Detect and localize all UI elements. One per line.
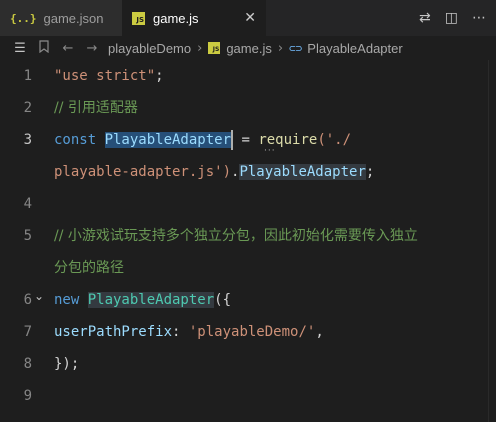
line-number: 8	[23, 356, 32, 372]
code-token: const	[54, 132, 105, 148]
breadcrumb-symbol[interactable]: PlayableAdapter	[307, 41, 402, 56]
more-actions-icon[interactable]: ⋯	[472, 10, 486, 26]
code-token: ;	[365, 164, 375, 180]
scrollbar[interactable]	[488, 60, 496, 422]
code-token: userPathPrefix	[54, 324, 173, 340]
code-line: userPathPrefix: 'playableDemo/',	[54, 316, 324, 348]
tab-bar: {..} game.json JS game.js ✕ ⇄ ◫ ⋯	[0, 0, 496, 36]
json-file-icon: {..}	[10, 11, 37, 25]
code-token: // 小游戏试玩支持多个独立分包，因此初始化需要传入独立	[54, 228, 418, 244]
line-number: 2	[23, 100, 32, 116]
code-line: // 小游戏试玩支持多个独立分包，因此初始化需要传入独立	[54, 220, 418, 252]
line-number: 9	[23, 388, 32, 404]
tab-game-js[interactable]: JS game.js ✕	[122, 0, 266, 36]
forward-icon[interactable]: →	[80, 41, 104, 56]
code-line: playable-adapter.js').PlayableAdapter;	[54, 156, 374, 188]
breadcrumb: ☰ ← → playableDemo › JS game.js › ⊂⊃ Pla…	[0, 36, 496, 60]
editor-actions: ⇄ ◫ ⋯	[419, 0, 496, 36]
line-number: 6	[23, 292, 32, 308]
code-line: new PlayableAdapter({	[54, 284, 231, 316]
js-file-icon: JS	[132, 11, 145, 25]
fold-chevron-icon[interactable]: ⌄	[34, 280, 44, 312]
compare-changes-icon[interactable]: ⇄	[419, 10, 431, 26]
chevron-right-icon: ›	[277, 40, 284, 56]
bookmark-icon[interactable]	[32, 39, 56, 57]
code-token: ')	[214, 164, 232, 180]
code-token: PlayableAdapter	[87, 292, 215, 308]
code-token: ,	[315, 324, 324, 340]
close-icon[interactable]: ✕	[244, 10, 256, 26]
line-number: 3	[23, 132, 32, 148]
breadcrumb-file[interactable]: game.js	[226, 41, 272, 56]
split-editor-icon[interactable]: ◫	[445, 10, 458, 26]
back-icon[interactable]: ←	[56, 41, 80, 56]
code-line: });	[54, 348, 79, 380]
code-token: =	[233, 132, 259, 148]
code-token: playable-adapter.js	[54, 164, 215, 180]
code-line: "use strict";	[54, 60, 164, 92]
code-token: ({	[214, 292, 232, 308]
code-token: PlayableAdapter	[104, 132, 232, 148]
code-line: const PlayableAdapter = require('./	[54, 124, 351, 156]
code-line: 分包的路径	[54, 252, 124, 284]
breadcrumb-folder[interactable]: playableDemo	[108, 41, 191, 56]
code-editor[interactable]: 1 "use strict"; 2 // 引用适配器 3 const PlayableAd…	[0, 60, 496, 422]
code-token: 'playableDemo/'	[188, 324, 316, 340]
line-number: 1	[23, 68, 32, 84]
list-icon[interactable]: ☰	[8, 41, 32, 56]
code-line: // 引用适配器	[54, 92, 138, 124]
code-token: ;	[155, 68, 164, 84]
chevron-right-icon: ›	[197, 40, 203, 56]
tab-label: game.js	[153, 10, 199, 26]
code-token: new	[54, 292, 88, 308]
line-number: 4	[23, 196, 32, 212]
js-file-icon: JS	[208, 42, 221, 54]
code-token: });	[54, 356, 80, 372]
code-token: PlayableAdapter	[239, 164, 366, 180]
hint-dots-icon[interactable]: ···	[264, 146, 276, 156]
class-symbol-icon: ⊂⊃	[289, 41, 303, 55]
code-token: // 引用适配器	[54, 100, 138, 116]
code-token: ('./	[317, 132, 352, 148]
line-number: 5	[23, 228, 32, 244]
line-number: 7	[23, 324, 32, 340]
code-token: 分包的路径	[54, 260, 124, 276]
tab-game-json[interactable]: {..} game.json	[0, 0, 122, 36]
code-token: :	[172, 324, 189, 340]
tab-label: game.json	[43, 10, 104, 26]
code-token: "use strict"	[54, 68, 156, 84]
